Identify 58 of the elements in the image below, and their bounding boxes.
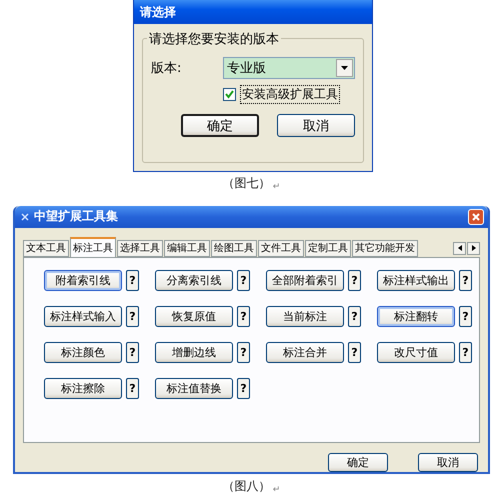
window-title: 请选择 [140,4,176,20]
scroll-right-button[interactable] [467,242,480,255]
ok-button[interactable]: 确定 [328,453,388,472]
version-dropdown[interactable]: 专业版 [223,57,355,79]
tool-button[interactable]: 附着索引线 [44,270,122,291]
cancel-button[interactable]: 取消 [277,114,355,137]
tool-button[interactable]: 标注值替换 [155,378,233,399]
checkbox[interactable] [223,88,236,101]
help-button[interactable]: ? [237,378,250,399]
right-arrow-icon[interactable] [472,245,476,252]
close-icon[interactable] [472,212,480,221]
help-button[interactable]: ? [237,270,250,291]
paragraph-mark: ↵ [272,182,280,192]
tab[interactable]: 标注工具 [70,236,116,257]
tool-button[interactable]: 改尺寸值 [377,342,455,363]
cancel-button[interactable]: 取消 [418,453,478,472]
group-label: 请选择您要安装的版本 [147,30,281,48]
tool-button[interactable]: 全部附着索引 [266,270,344,291]
help-button[interactable]: ? [459,342,472,363]
help-button[interactable]: ? [459,306,472,327]
tool-button[interactable]: 标注样式输出 [377,270,455,291]
help-button[interactable]: ? [348,306,361,327]
help-button[interactable]: ? [348,342,361,363]
tool-button[interactable]: 标注擦除 [44,378,122,399]
tab[interactable]: 其它功能开发 [352,240,418,257]
tool-button[interactable]: 增删边线 [155,342,233,363]
checkbox-label[interactable]: 安装高级扩展工具 [240,85,340,104]
left-arrow-icon[interactable] [458,245,462,252]
tab[interactable]: 选择工具 [117,240,163,257]
tab[interactable]: 文件工具 [258,240,304,257]
tool-button[interactable]: 标注颜色 [44,342,122,363]
tab[interactable]: 文本工具 [23,240,69,257]
help-button[interactable]: ? [126,342,139,363]
tab[interactable]: 绘图工具 [211,240,257,257]
tool-button[interactable]: 标注翻转 [377,306,455,327]
paragraph-mark: ↵ [272,485,280,495]
tool-button[interactable]: 当前标注 [266,306,344,327]
version-label: 版本: [151,60,182,77]
ok-button[interactable]: 确定 [181,114,259,137]
figure-caption: （图八） [222,478,271,495]
help-button[interactable]: ? [126,306,139,327]
help-button[interactable]: ? [348,270,361,291]
tool-button[interactable]: 分离索引线 [155,270,233,291]
help-button[interactable]: ? [459,270,472,291]
tool-button[interactable]: 标注合并 [266,342,344,363]
help-button[interactable]: ? [126,270,139,291]
help-button[interactable]: ? [237,306,250,327]
scroll-left-button[interactable] [453,242,466,255]
cross-icon [21,212,29,221]
tool-button[interactable]: 标注样式输入 [44,306,122,327]
tool-button[interactable]: 恢复原值 [155,306,233,327]
close-button[interactable] [468,208,484,225]
tab[interactable]: 编辑工具 [164,240,210,257]
help-button[interactable]: ? [237,342,250,363]
window-title: 中望扩展工具集 [34,208,118,226]
figure-caption: （图七） [222,175,271,192]
tab[interactable]: 定制工具 [305,240,351,257]
help-button[interactable]: ? [126,378,139,399]
